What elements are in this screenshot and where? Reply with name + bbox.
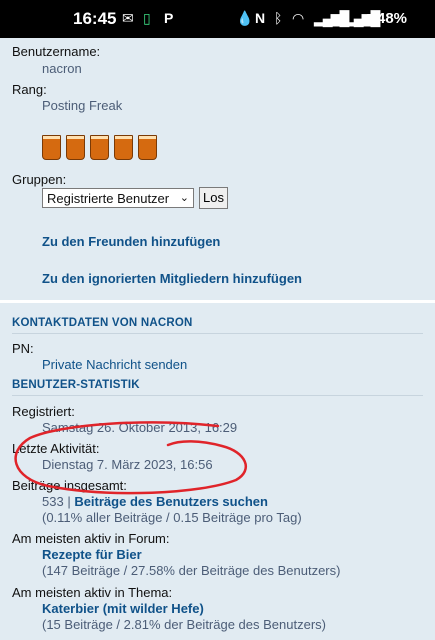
username-value: nacron — [42, 61, 82, 76]
chevron-down-icon: ⌄ — [179, 192, 189, 204]
paypal-icon: P — [164, 10, 174, 26]
registered-value: Samstag 26. Oktober 2013, 16:29 — [42, 420, 238, 435]
last-active-label: Letzte Aktivität: — [12, 441, 100, 456]
message-icon: ✉ — [122, 10, 134, 26]
beer-icon — [138, 135, 157, 160]
contact-header: KONTAKTDATEN VON NACRON — [12, 317, 193, 329]
search-posts-link[interactable]: Beiträge des Benutzers suchen — [74, 494, 268, 509]
rank-label: Rang: — [12, 82, 47, 97]
posts-separator: | — [63, 494, 75, 509]
beer-icon — [90, 135, 109, 160]
clock: 16:45 — [73, 9, 117, 28]
status-bar: 16:45 ✉ ▯ P 💧 N ᛒ ◠ ▂▄▆█ ▂▄▆█ ▮ 48% — [0, 0, 435, 38]
topic-link[interactable]: Katerbier (mit wilder Hefe) — [42, 601, 204, 616]
beer-icon — [114, 135, 133, 160]
forum-detail: (147 Beiträge / 27.58% der Beiträge des … — [42, 563, 341, 578]
rank-image — [42, 135, 162, 163]
forum-link[interactable]: Rezepte für Bier — [42, 547, 142, 562]
pm-label: PN: — [12, 341, 34, 356]
divider — [12, 395, 423, 396]
groups-select[interactable]: Registrierte Benutzer ⌄ — [42, 188, 194, 208]
wifi-icon: ◠ — [292, 10, 305, 26]
add-friend-link[interactable]: Zu den Freunden hinzufügen — [42, 234, 220, 249]
posts-detail: (0.11% aller Beiträge / 0.15 Beiträge pr… — [42, 510, 302, 525]
profile-panel — [0, 38, 435, 300]
add-foe-link[interactable]: Zu den ignorierten Mitgliedern hinzufüge… — [42, 271, 302, 286]
topic-detail: (15 Beiträge / 2.81% der Beiträge des Be… — [42, 617, 326, 632]
posts-line: 533 | Beiträge des Benutzers suchen — [42, 494, 268, 509]
posts-label: Beiträge insgesamt: — [12, 478, 127, 493]
battery-icon: ▮ — [366, 10, 374, 26]
go-button[interactable]: Los — [199, 187, 228, 209]
last-active-value: Dienstag 7. März 2023, 16:56 — [42, 457, 213, 472]
username-label: Benutzername: — [12, 44, 101, 59]
beer-icon — [42, 135, 61, 160]
pm-link[interactable]: Private Nachricht senden — [42, 357, 187, 372]
posts-count: 533 — [42, 494, 64, 509]
stats-header: BENUTZER-STATISTIK — [12, 379, 140, 391]
groups-select-value: Registrierte Benutzer — [47, 191, 170, 206]
groups-label: Gruppen: — [12, 172, 67, 187]
topic-label: Am meisten aktiv in Thema: — [12, 585, 173, 600]
beer-icon — [66, 135, 85, 160]
signal-icon: ▂▄▆█ — [314, 10, 349, 26]
nfc-icon: N — [255, 10, 266, 26]
bluetooth-icon: ᛒ — [274, 10, 283, 26]
registered-label: Registriert: — [12, 404, 75, 419]
rank-value: Posting Freak — [42, 98, 123, 113]
battery-percent: 48% — [377, 10, 408, 27]
divider — [12, 333, 423, 334]
drop-icon: 💧 — [236, 10, 254, 26]
forum-label: Am meisten aktiv in Forum: — [12, 531, 170, 546]
app-icon: ▯ — [143, 10, 151, 26]
